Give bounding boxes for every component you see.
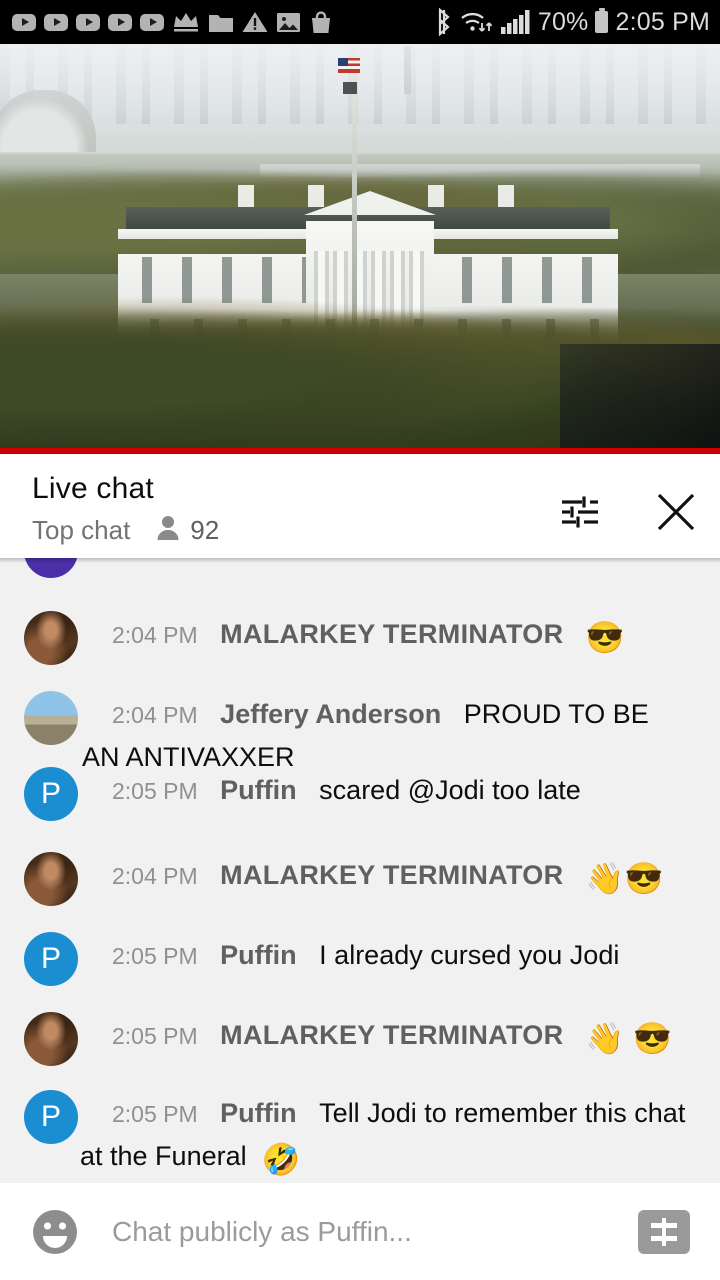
avatar[interactable] bbox=[24, 1012, 78, 1066]
message-text: scared @Jodi too late bbox=[319, 775, 581, 805]
message-text-line1: PROUD TO BE bbox=[463, 699, 649, 729]
message-emoji: 😎 bbox=[585, 620, 625, 655]
live-chat-header-actions bbox=[554, 472, 702, 538]
smiley-face-icon[interactable] bbox=[26, 1203, 84, 1261]
message-body: 2:05 PM MALARKEY TERMINATOR 👋 😎 bbox=[78, 1012, 672, 1066]
list-item[interactable]: 2:04 PM Jeffery Anderson PROUD TO BE AN … bbox=[0, 691, 720, 778]
message-text: I already cursed you Jodi bbox=[319, 940, 620, 970]
message-emoji: 👋😎 bbox=[585, 861, 664, 896]
message-emoji: 👋 😎 bbox=[585, 1021, 672, 1056]
avatar-initial: P bbox=[40, 942, 61, 975]
message-body: 2:05 PM Puffin Tell Jodi to remember thi… bbox=[78, 1090, 685, 1181]
message-text-line1: Tell Jodi to remember this chat bbox=[319, 1098, 686, 1128]
image-icon bbox=[276, 12, 301, 33]
usa-flag bbox=[338, 58, 360, 73]
message-author[interactable]: Puffin bbox=[220, 1098, 296, 1128]
message-timestamp: 2:05 PM bbox=[112, 1101, 198, 1127]
live-chat-subtitle: Top chat 92 bbox=[32, 515, 554, 546]
list-item[interactable]: 2:05 PM MALARKEY TERMINATOR 👋 😎 bbox=[0, 1012, 720, 1066]
message-body: 2:04 PM MALARKEY TERMINATOR 👋😎 bbox=[78, 852, 663, 906]
avatar-initial: P bbox=[40, 1100, 61, 1133]
message-body: 2:04 PM MALARKEY TERMINATOR 😎 bbox=[78, 611, 625, 665]
youtube-play-badge-icon bbox=[140, 13, 164, 31]
status-bar-notifications bbox=[12, 10, 435, 34]
live-chat-header: Live chat Top chat 92 bbox=[0, 454, 720, 558]
message-timestamp: 2:04 PM bbox=[112, 702, 198, 728]
list-item[interactable]: P 2:05 PM Puffin scared @Jodi too late bbox=[0, 767, 720, 821]
shopping-bag-icon bbox=[309, 10, 333, 34]
avatar-initial: P bbox=[40, 777, 61, 810]
money-dollar-icon[interactable] bbox=[638, 1209, 690, 1254]
message-emoji: 🤣 bbox=[261, 1142, 301, 1177]
avatar[interactable] bbox=[24, 852, 78, 906]
battery-icon bbox=[595, 8, 609, 33]
message-timestamp: 2:05 PM bbox=[112, 1023, 198, 1049]
message-author[interactable]: MALARKEY TERMINATOR bbox=[220, 860, 563, 890]
youtube-play-badge-icon bbox=[44, 13, 68, 31]
sliders-tune-icon[interactable] bbox=[554, 486, 606, 538]
person-icon bbox=[156, 515, 180, 546]
wifi-data-icon bbox=[460, 9, 494, 35]
message-timestamp: 2:05 PM bbox=[112, 943, 198, 969]
message-timestamp: 2:04 PM bbox=[112, 622, 198, 648]
list-top-shadow bbox=[0, 558, 720, 563]
status-bar-system: 70% 2:05 PM bbox=[435, 8, 710, 37]
status-bar: 70% 2:05 PM bbox=[0, 0, 720, 44]
message-body: 2:05 PM Puffin I already cursed you Jodi bbox=[78, 932, 619, 986]
avatar[interactable]: P bbox=[24, 767, 78, 821]
phone-screen: 70% 2:05 PM Live chat Top chat 92 2:04 P… bbox=[0, 0, 720, 1280]
secondary-flag bbox=[343, 82, 357, 94]
message-text-line2: at the Funeral bbox=[80, 1141, 247, 1171]
folder-icon bbox=[208, 12, 234, 33]
avatar[interactable]: P bbox=[24, 932, 78, 986]
live-chat-message-list[interactable]: 2:04 PM MALARKEY TERMINATOR 😎 2:04 PM Je… bbox=[0, 558, 720, 1183]
message-author[interactable]: Puffin bbox=[220, 775, 296, 805]
live-video-player[interactable] bbox=[0, 44, 720, 454]
avatar[interactable] bbox=[24, 611, 78, 665]
message-timestamp: 2:05 PM bbox=[112, 778, 198, 804]
chat-mode-label[interactable]: Top chat bbox=[32, 515, 130, 546]
chat-input-bar bbox=[0, 1183, 720, 1280]
close-x-icon[interactable] bbox=[650, 486, 702, 538]
message-body: 2:04 PM Jeffery Anderson PROUD TO BE AN … bbox=[78, 691, 649, 778]
youtube-play-badge-icon bbox=[12, 13, 36, 31]
message-author[interactable]: Jeffery Anderson bbox=[220, 699, 441, 729]
youtube-play-badge-icon bbox=[108, 13, 132, 31]
list-item[interactable]: 2:04 PM MALARKEY TERMINATOR 👋😎 bbox=[0, 852, 720, 906]
youtube-play-badge-icon bbox=[76, 13, 100, 31]
list-item[interactable]: 2:04 PM MALARKEY TERMINATOR 😎 bbox=[0, 611, 720, 665]
message-timestamp: 2:04 PM bbox=[112, 863, 198, 889]
bluetooth-icon bbox=[435, 8, 453, 36]
viewer-count: 92 bbox=[190, 515, 220, 545]
avatar[interactable]: P bbox=[24, 1090, 78, 1144]
message-body: 2:05 PM Puffin scared @Jodi too late bbox=[78, 767, 581, 821]
list-item[interactable]: P 2:05 PM Puffin I already cursed you Jo… bbox=[0, 932, 720, 986]
list-item[interactable]: P 2:05 PM Puffin Tell Jodi to remember t… bbox=[0, 1090, 720, 1181]
live-chat-header-text: Live chat Top chat 92 bbox=[32, 472, 554, 546]
video-city-skyline bbox=[0, 44, 720, 124]
battery-percent-label: 70% bbox=[537, 7, 589, 36]
page-title: Live chat bbox=[32, 472, 154, 505]
message-author[interactable]: MALARKEY TERMINATOR bbox=[220, 619, 563, 649]
message-author[interactable]: MALARKEY TERMINATOR bbox=[220, 1020, 563, 1050]
status-bar-clock: 2:05 PM bbox=[615, 7, 710, 36]
washington-monument bbox=[404, 46, 411, 94]
search-input[interactable] bbox=[84, 1215, 638, 1248]
warning-triangle-icon bbox=[242, 11, 268, 33]
message-author[interactable]: Puffin bbox=[220, 940, 296, 970]
avatar[interactable] bbox=[24, 691, 78, 745]
cell-signal-icon bbox=[500, 10, 531, 34]
crown-icon bbox=[172, 11, 200, 33]
video-dark-corner bbox=[560, 344, 720, 454]
